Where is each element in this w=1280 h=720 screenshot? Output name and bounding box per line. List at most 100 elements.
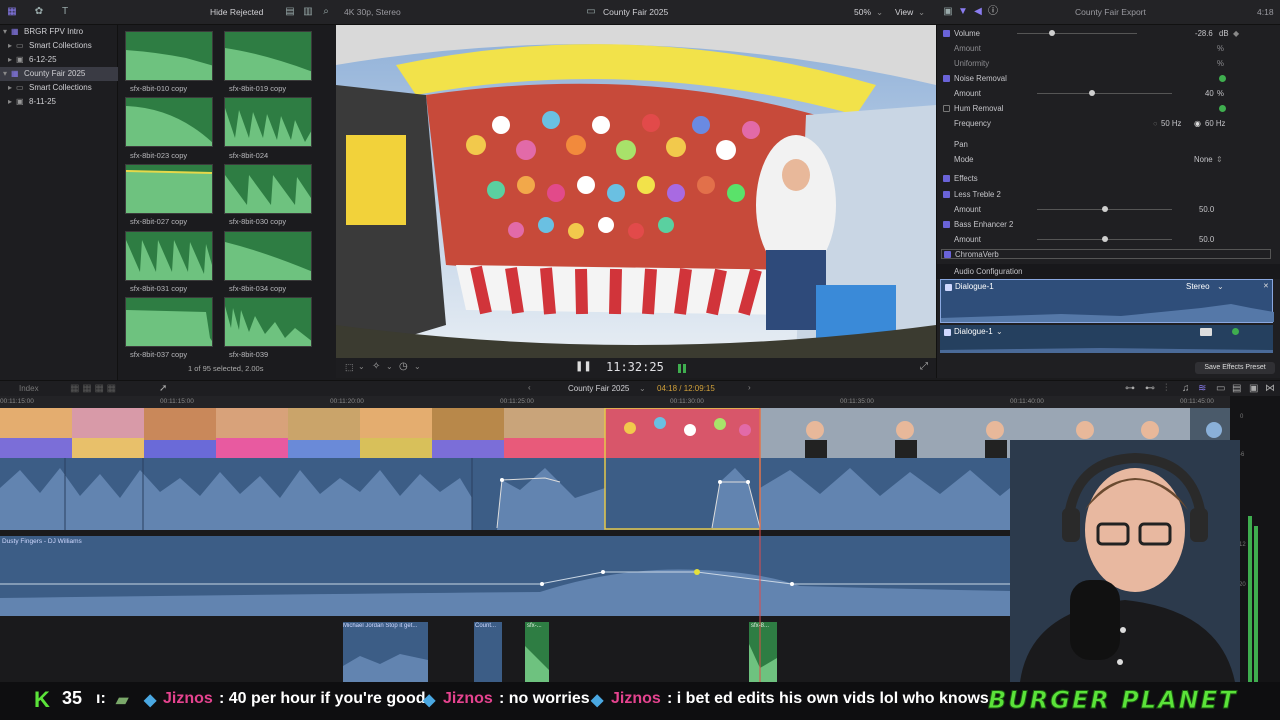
kick-logo-icon: K xyxy=(34,687,50,712)
chevron-down-icon[interactable]: ⌄ xyxy=(1217,282,1224,291)
close-icon[interactable]: ✕ xyxy=(1263,282,1269,290)
photos-icon[interactable]: ✿ xyxy=(33,6,45,18)
less-treble-checkbox[interactable] xyxy=(943,191,950,198)
library-item[interactable]: ▸ ▣ 8-11-25 xyxy=(0,95,118,109)
chevron-down-icon[interactable]: ⌄ xyxy=(414,362,421,371)
disclosure-down-icon[interactable]: ▾ xyxy=(3,67,7,81)
disclosure-right-icon[interactable]: ▸ xyxy=(8,39,12,53)
pan-section: Pan xyxy=(954,140,968,149)
inspector-layout-icon[interactable]: ▣ xyxy=(942,6,954,18)
selection-status: 1 of 95 selected, 2.00s xyxy=(188,364,264,373)
channel-config-select[interactable]: Stereo xyxy=(1186,282,1210,291)
filter-icon[interactable]: ▼ xyxy=(957,6,969,18)
skimming-icon[interactable]: ≋ xyxy=(1198,383,1206,394)
audio-inspector-icon[interactable]: ◀ xyxy=(972,6,984,18)
pan-mode-row: Mode None ⇕ xyxy=(937,152,1280,167)
audio-clip-thumbnail[interactable] xyxy=(125,97,213,147)
checkmark-icon xyxy=(1219,105,1226,112)
amount-slider-knob[interactable] xyxy=(1102,236,1108,242)
audio-clip-thumbnail[interactable] xyxy=(224,231,312,281)
pan-mode-select[interactable]: None xyxy=(1194,152,1213,167)
filmstrip-icon[interactable]: ▥ xyxy=(302,6,314,18)
volume-checkbox[interactable] xyxy=(943,30,950,37)
audio-clip-thumbnail[interactable] xyxy=(125,231,213,281)
library-item[interactable]: ▸ ▭ Smart Collections xyxy=(0,81,118,95)
timeline-ruler[interactable]: 00:11:15:00 00:11:15:00 00:11:20:00 00:1… xyxy=(0,396,1230,408)
volume-slider-knob[interactable] xyxy=(1049,30,1055,36)
dialogue-checkbox[interactable] xyxy=(945,284,952,291)
effects-checkbox[interactable] xyxy=(943,175,950,182)
transform-icon[interactable]: ⬚ xyxy=(345,362,354,373)
fullscreen-icon[interactable]: ⤢ xyxy=(920,361,928,372)
clip-tool-icon[interactable]: ▦ ▦ ▦ ▦ xyxy=(70,383,116,394)
forward-arrow-icon[interactable]: › xyxy=(748,383,751,392)
titles-icon[interactable]: T xyxy=(59,6,71,18)
project-title: County Fair 2025 xyxy=(603,7,669,17)
audio-clip-thumbnail[interactable] xyxy=(224,297,312,347)
webcam-image xyxy=(1010,440,1240,682)
clip-height-icon[interactable]: ⊷ xyxy=(1145,383,1155,394)
library-item[interactable]: ▸ ▭ Smart Collections xyxy=(0,39,118,53)
audio-clip-thumbnail[interactable] xyxy=(125,164,213,214)
index-button[interactable]: Index xyxy=(19,384,39,393)
volume-slider[interactable] xyxy=(1017,33,1137,34)
chevron-down-icon[interactable]: ⌄ xyxy=(358,362,365,371)
audio-clip-thumbnail[interactable] xyxy=(224,97,312,147)
transitions-icon[interactable]: ⋈ xyxy=(1265,383,1275,394)
chevron-updown-icon[interactable]: ⇕ xyxy=(1216,152,1223,167)
view-menu[interactable]: View xyxy=(895,7,913,17)
bass-enhancer-checkbox[interactable] xyxy=(943,221,950,228)
radio-on-icon[interactable]: ◉ xyxy=(1194,116,1201,131)
speed-icon[interactable]: ◷ xyxy=(399,361,408,372)
channel-icon[interactable] xyxy=(1200,328,1212,336)
libraries-icon[interactable]: ▦ xyxy=(6,6,18,18)
amount-slider[interactable] xyxy=(1037,93,1172,94)
disclosure-down-icon[interactable]: ▾ xyxy=(3,25,7,39)
amount-slider-knob[interactable] xyxy=(1089,90,1095,96)
audio-component-selected[interactable]: Dialogue-1 Stereo ⌄ ✕ xyxy=(940,279,1274,323)
search-icon[interactable]: ⌕ xyxy=(320,6,332,18)
effects-browser-icon[interactable]: ▣ xyxy=(1249,383,1258,394)
keyframe-icon[interactable]: ◆ xyxy=(1233,26,1239,41)
zoom-menu[interactable]: 50% xyxy=(854,7,871,17)
chevron-down-icon[interactable]: ⌄ xyxy=(639,384,646,393)
layout-icon[interactable]: ▤ xyxy=(1232,383,1241,394)
amount-slider-knob[interactable] xyxy=(1102,206,1108,212)
disclosure-right-icon[interactable]: ▸ xyxy=(8,53,12,67)
pause-icon[interactable]: ❚❚ xyxy=(575,361,592,372)
viewer-frame xyxy=(336,25,936,358)
enhance-icon[interactable]: ✧ xyxy=(372,361,380,372)
clip-appearance-icon[interactable]: ▤ xyxy=(284,6,296,18)
chevron-down-icon: ⌄ xyxy=(876,7,884,17)
audio-clip-thumbnail[interactable] xyxy=(224,164,312,214)
audio-clip-thumbnail[interactable] xyxy=(125,297,213,347)
hum-removal-checkbox[interactable] xyxy=(943,105,950,112)
save-effects-preset-button[interactable]: Save Effects Preset xyxy=(1195,362,1275,374)
headphones-icon[interactable]: ♫ xyxy=(1182,383,1190,394)
info-icon[interactable]: ⓘ xyxy=(987,6,999,18)
separator-icon: ı: xyxy=(96,690,106,707)
chevron-down-icon[interactable]: ⌄ xyxy=(386,362,393,371)
dialogue-checkbox[interactable] xyxy=(944,329,951,336)
disclosure-right-icon[interactable]: ▸ xyxy=(8,81,12,95)
monitor-icon[interactable]: ▭ xyxy=(1216,383,1225,394)
disclosure-right-icon[interactable]: ▸ xyxy=(8,95,12,109)
chromaverb-checkbox[interactable] xyxy=(944,251,951,258)
noise-removal-checkbox[interactable] xyxy=(943,75,950,82)
library-item[interactable]: ▾ ▦ County Fair 2025 xyxy=(0,67,118,81)
audio-clip-thumbnail[interactable] xyxy=(125,31,213,81)
hide-rejected-menu[interactable]: Hide Rejected xyxy=(210,7,263,17)
amount-row: Amount 50.0 xyxy=(954,205,1215,214)
radio-off-icon[interactable]: ○ xyxy=(1153,116,1158,131)
library-item[interactable]: ▾ ▦ BRGR FPV Intro xyxy=(0,25,118,39)
audio-component[interactable]: Dialogue-1 ⌄ xyxy=(940,325,1273,353)
snapping-icon[interactable]: ⫶ xyxy=(1165,383,1168,394)
video-viewer[interactable] xyxy=(336,25,936,358)
chevron-down-icon[interactable]: ⌄ xyxy=(996,327,1003,336)
library-item[interactable]: ▸ ▣ 6-12-25 xyxy=(0,53,118,67)
zoom-icon[interactable]: ⊶ xyxy=(1125,383,1135,394)
audio-clip-thumbnail[interactable] xyxy=(224,31,312,81)
select-tool-icon[interactable]: ➚ xyxy=(159,383,167,394)
back-arrow-icon[interactable]: ‹ xyxy=(528,383,531,392)
checkmark-icon xyxy=(1232,328,1239,335)
